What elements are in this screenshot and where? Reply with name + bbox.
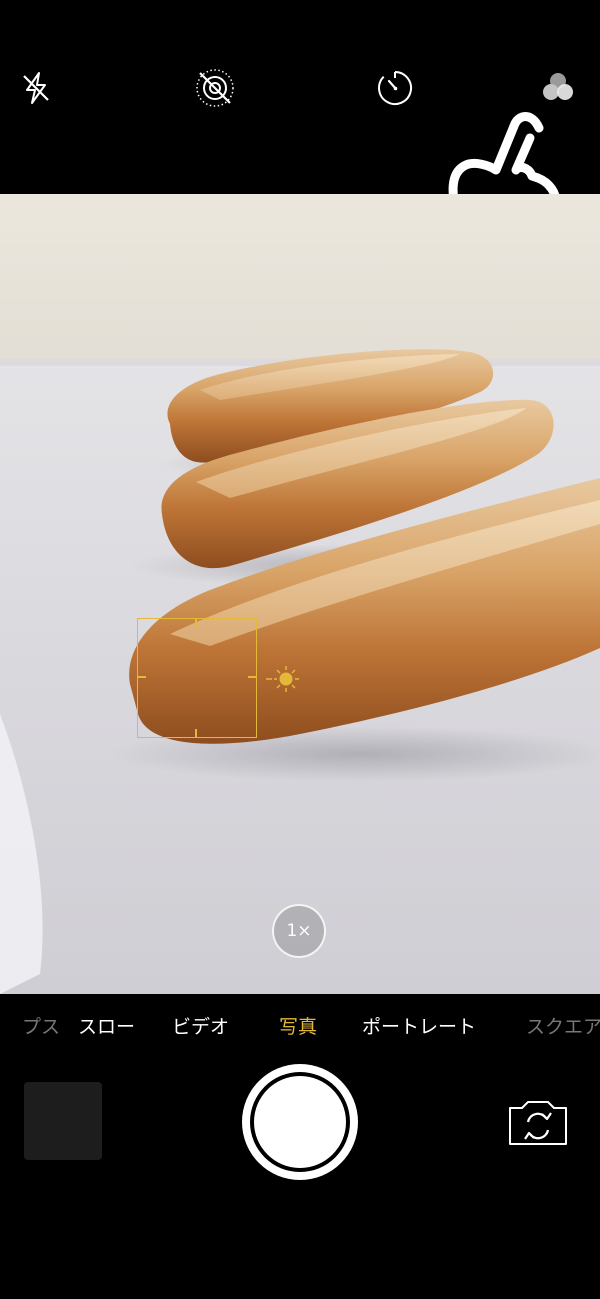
mode-slo-mo[interactable]: スロー [78, 1012, 135, 1039]
filters-icon[interactable] [536, 66, 580, 110]
switch-camera-icon[interactable] [506, 1096, 570, 1148]
flash-off-icon[interactable] [14, 66, 58, 110]
mode-photo[interactable]: 写真 [279, 1012, 317, 1039]
shutter-inner [254, 1076, 346, 1168]
mode-timelapse[interactable]: プス [22, 1012, 60, 1039]
shutter-ring [250, 1072, 350, 1172]
shutter-button[interactable] [242, 1064, 358, 1180]
mode-video[interactable]: ビデオ [172, 1012, 229, 1039]
live-photo-off-icon[interactable] [193, 66, 237, 110]
last-photo-thumbnail[interactable] [24, 1082, 102, 1160]
zoom-button[interactable]: 1× [272, 904, 326, 958]
camera-viewfinder[interactable] [0, 194, 600, 994]
mode-square[interactable]: スクエア [526, 1012, 600, 1039]
exposure-sun-icon[interactable] [266, 664, 302, 694]
focus-box [137, 618, 257, 738]
mode-selector: プス スロー ビデオ 写真 ポートレート スクエア [0, 1012, 600, 1042]
mode-portrait[interactable]: ポートレート [362, 1012, 476, 1039]
top-toolbar [0, 0, 600, 259]
timer-icon[interactable] [373, 66, 417, 110]
